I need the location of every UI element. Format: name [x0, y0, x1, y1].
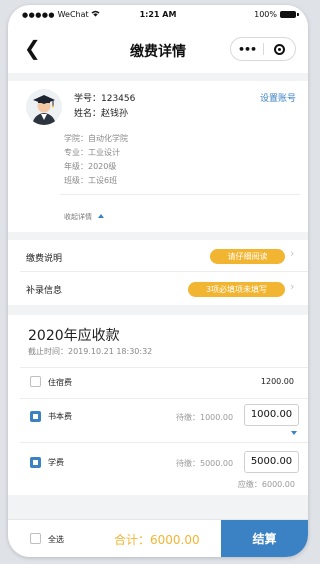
tuition-fee-checkbox[interactable] [30, 457, 41, 468]
required-fields-button[interactable]: 3项必填项未填写 [188, 282, 285, 297]
tuition-fee-pending: 待缴：5000.00 [176, 459, 234, 468]
payment-note-row[interactable]: 缴费说明 请仔细阅读 › [8, 241, 308, 271]
checkout-button[interactable]: 结算 [221, 520, 308, 557]
lodging-fee-label: 住宿费 [48, 378, 72, 387]
battery-percent: 100% [254, 10, 277, 19]
target-icon [274, 43, 285, 55]
book-fee-checkbox[interactable] [30, 411, 41, 422]
more-button[interactable]: ••• [231, 43, 263, 56]
book-fee-pending: 待缴：1000.00 [176, 413, 234, 422]
section-gap [8, 232, 308, 240]
mini-program-capsule: ••• [230, 37, 296, 61]
student-grade: 年级：2020级 [64, 162, 117, 171]
tuition-fee-due: 应缴：6000.00 [237, 480, 295, 489]
read-carefully-button[interactable]: 请仔细阅读 [210, 249, 285, 264]
total-amount: 合计：6000.00 [114, 533, 200, 547]
navigation-bar: ❮ 缴费详情 ••• [8, 29, 308, 69]
select-all-checkbox[interactable] [30, 533, 41, 544]
student-id: 学号：123456 [74, 94, 136, 104]
payment-note-label: 缴费说明 [26, 254, 63, 264]
tuition-fee-label: 学费 [48, 458, 64, 467]
student-class: 班级：工设6班 [64, 176, 118, 185]
student-major: 专业：工业设计 [64, 148, 120, 157]
battery-icon [280, 11, 299, 18]
student-college: 学院：自动化学院 [64, 134, 128, 143]
divider [20, 398, 308, 399]
tuition-fee-input[interactable]: 5000.00 [244, 451, 299, 473]
section-gap [8, 305, 308, 315]
collapse-details-button[interactable]: 收起详情 [64, 204, 104, 223]
lodging-fee-amount: 1200.00 [260, 377, 294, 386]
account-settings-link[interactable]: 设置账号 [260, 91, 296, 104]
section-gap [8, 495, 308, 519]
divider [20, 442, 308, 443]
divider [60, 194, 300, 195]
avatar [26, 89, 62, 125]
caret-down-icon[interactable] [291, 431, 297, 435]
chevron-right-icon: › [290, 247, 295, 260]
lodging-fee-checkbox[interactable] [30, 376, 41, 387]
battery: 100% [254, 10, 299, 19]
section-gap [8, 73, 308, 81]
select-all-label: 全选 [48, 535, 64, 544]
student-name: 姓名：赵钱孙 [74, 109, 129, 119]
chevron-right-icon: › [290, 280, 295, 293]
close-button[interactable] [264, 43, 295, 55]
caret-up-icon [98, 214, 104, 218]
checkout-bar: 全选 合计：6000.00 结算 [8, 519, 308, 557]
supplement-info-label: 补录信息 [26, 286, 63, 296]
phone-frame: ●●●●● WeChat 1:21 AM 100% ❮ 缴费详情 ••• 学号：… [8, 5, 308, 557]
supplement-info-row[interactable]: 补录信息 3项必填项未填写 › [8, 272, 308, 304]
deadline-text: 截止时间：2019.10.21 18:30:32 [28, 347, 153, 356]
collapse-label: 收起详情 [64, 213, 92, 221]
book-fee-label: 书本费 [48, 412, 72, 421]
divider [20, 367, 308, 368]
year-fees-title: 2020年应收款 [28, 328, 120, 344]
status-bar: ●●●●● WeChat 1:21 AM 100% [8, 5, 308, 25]
book-fee-input[interactable]: 1000.00 [244, 404, 299, 426]
